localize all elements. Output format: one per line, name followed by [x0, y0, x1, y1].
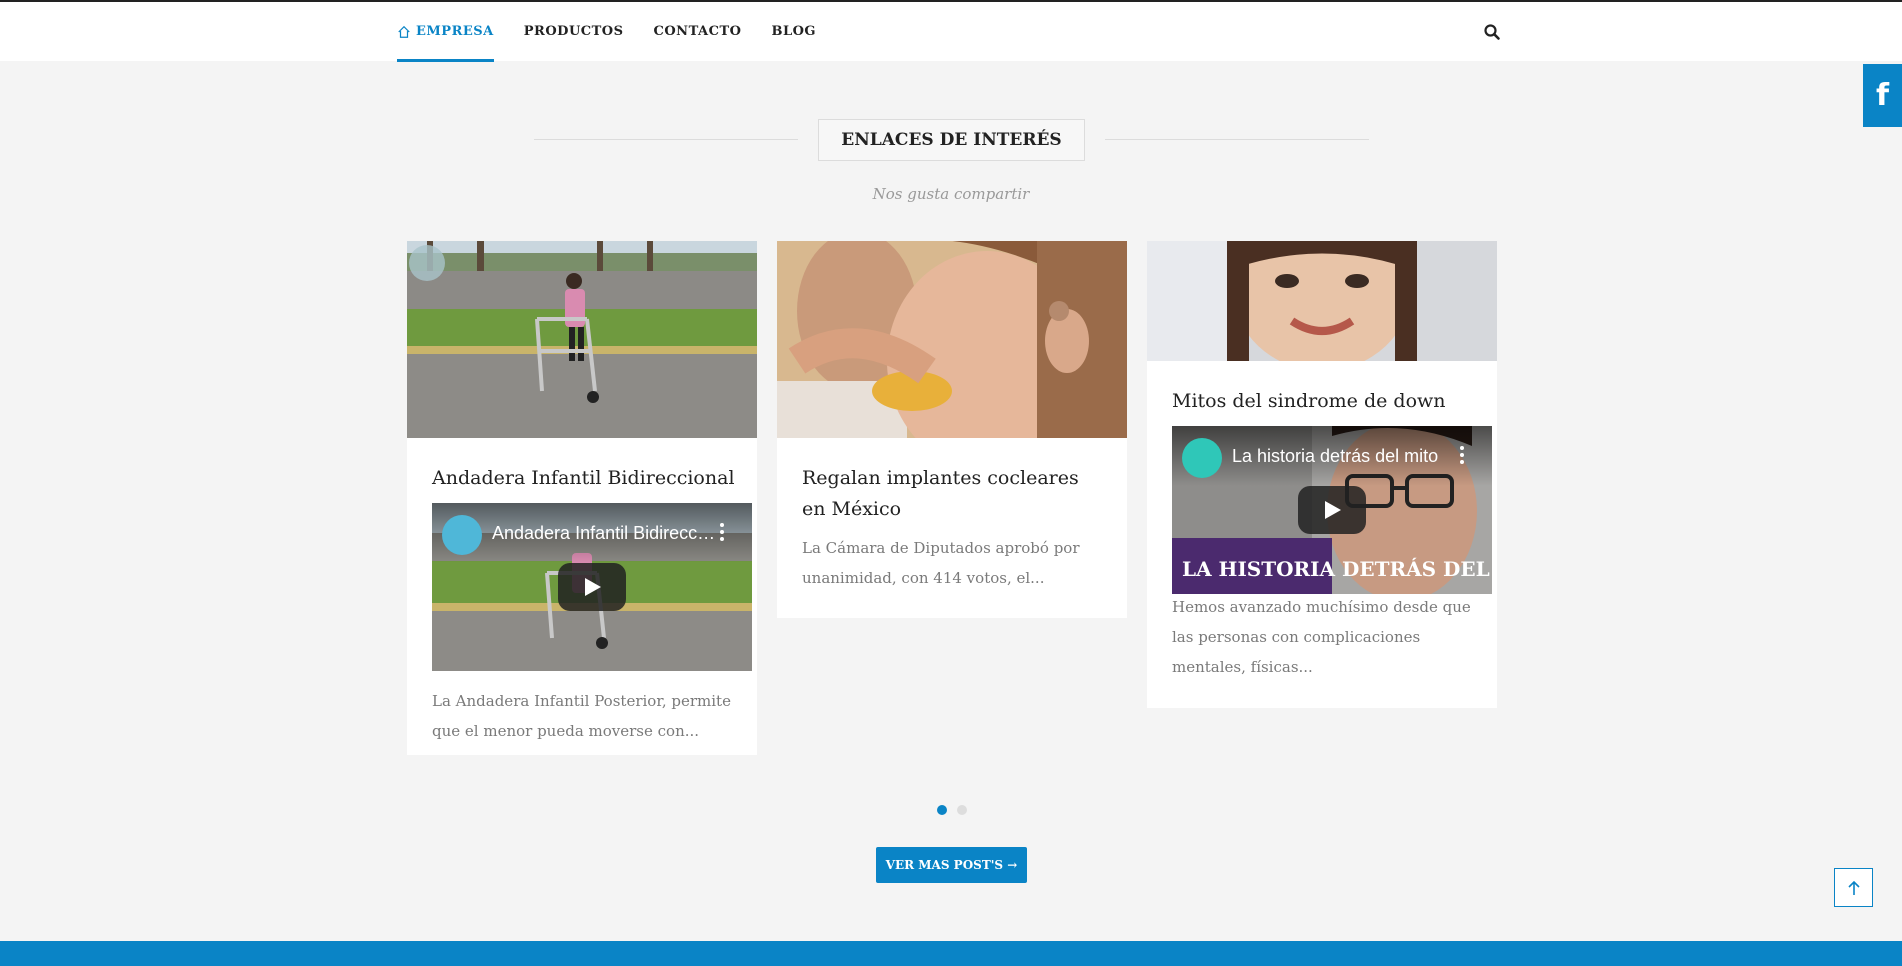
post-image[interactable] [407, 241, 757, 438]
carousel-dots [937, 805, 967, 815]
post-title[interactable]: Andadera Infantil Bidireccional [432, 463, 737, 494]
heading-divider-left [534, 139, 798, 140]
post-title[interactable]: Regalan implantes cocleares en México [802, 463, 1107, 525]
more-posts-button[interactable]: VER MAS POST'S → [876, 847, 1027, 883]
post-excerpt: La Andadera Infantil Posterior, permite … [432, 692, 731, 740]
main-nav: EMPRESA PRODUCTOS CONTACTO BLOG [397, 2, 846, 62]
nav-item-empresa[interactable]: EMPRESA [397, 2, 494, 62]
facebook-icon: f [1875, 78, 1890, 113]
more-vert-icon[interactable] [720, 523, 724, 541]
section-title: ENLACES DE INTERÉS [818, 119, 1085, 161]
nav-item-label: EMPRESA [416, 24, 494, 39]
video-embed[interactable]: Andadera Infantil Bidireccional [432, 503, 752, 671]
carousel-dot-1[interactable] [937, 805, 947, 815]
channel-avatar[interactable] [442, 515, 482, 555]
heading-divider-right [1105, 139, 1369, 140]
home-icon [398, 25, 410, 38]
post-excerpt: Hemos avanzado muchísimo desde que las p… [1172, 598, 1471, 676]
nav-item-blog[interactable]: BLOG [771, 2, 816, 61]
top-navbar: EMPRESA PRODUCTOS CONTACTO BLOG [0, 0, 1902, 62]
post-card: Mitos del sindrome de down LA HISTORIA D… [1147, 241, 1497, 708]
play-button[interactable] [558, 563, 626, 611]
back-to-top-button[interactable] [1834, 868, 1873, 907]
post-excerpt: La Cámara de Diputados aprobó por unanim… [802, 539, 1080, 587]
post-image[interactable] [777, 241, 1127, 438]
carousel-dot-2[interactable] [957, 805, 967, 815]
video-overlay-text: LA HISTORIA DETRÁS DEL MITO [1182, 557, 1492, 581]
nav-item-label: BLOG [771, 24, 817, 39]
girl-smiling-photo [1147, 241, 1497, 361]
section-subtitle: Nos gusta compartir [872, 185, 1030, 203]
nav-item-contacto[interactable]: CONTACTO [654, 2, 742, 61]
facebook-tab[interactable]: f [1863, 64, 1902, 127]
post-image[interactable] [1147, 241, 1497, 361]
play-button[interactable] [1298, 486, 1366, 534]
post-title[interactable]: Mitos del sindrome de down [1172, 386, 1477, 417]
post-card: Andadera Infantil Bidireccional Andadera… [407, 241, 757, 755]
video-title[interactable]: Andadera Infantil Bidireccional [492, 523, 717, 544]
arrow-up-icon [1847, 880, 1860, 895]
walker-photo [407, 241, 757, 438]
footer-band [0, 941, 1902, 966]
video-title[interactable]: La historia detrás del mito [1232, 446, 1457, 467]
cochlear-implant-photo [777, 241, 1127, 438]
search-icon[interactable] [1483, 23, 1501, 41]
channel-avatar[interactable] [1182, 438, 1222, 478]
nav-item-label: CONTACTO [653, 24, 742, 39]
more-vert-icon[interactable] [1460, 446, 1464, 464]
post-card: Regalan implantes cocleares en México La… [777, 241, 1127, 618]
video-embed[interactable]: LA HISTORIA DETRÁS DEL MITO La historia … [1172, 426, 1492, 594]
nav-item-productos[interactable]: PRODUCTOS [524, 2, 624, 61]
nav-item-label: PRODUCTOS [523, 24, 624, 39]
